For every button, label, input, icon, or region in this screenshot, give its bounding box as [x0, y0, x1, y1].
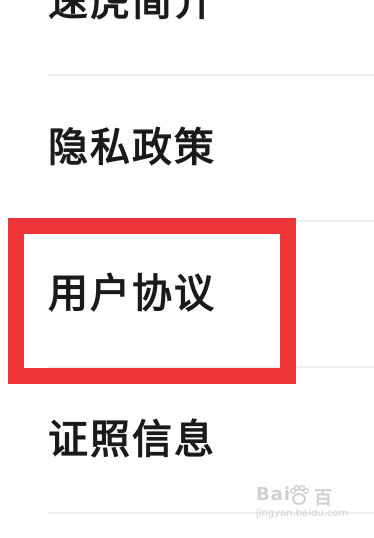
- menu-item-privacy-policy-label: 隐私政策: [48, 125, 216, 171]
- menu-item-license-info-label: 证照信息: [48, 417, 216, 463]
- watermark-brand-suffix: 百: [314, 488, 332, 509]
- watermark-url: jingyan.baidu.com: [256, 508, 349, 519]
- watermark-brand-text: Bai: [256, 484, 292, 505]
- settings-menu-list: 速虎简介 隐私政策 用户协议 证照信息: [0, 0, 374, 538]
- menu-item-privacy-policy[interactable]: 隐私政策: [48, 76, 374, 222]
- menu-item-about-label: 速虎简介: [48, 0, 216, 25]
- menu-item-about[interactable]: 速虎简介: [48, 0, 374, 76]
- menu-item-user-agreement[interactable]: 用户协议: [48, 222, 374, 368]
- paw-icon: [289, 484, 310, 505]
- baidu-watermark: Bai 百 jingyan.baidu.com: [256, 484, 360, 524]
- menu-item-user-agreement-label: 用户协议: [48, 271, 216, 317]
- watermark-brand: Bai: [256, 484, 291, 505]
